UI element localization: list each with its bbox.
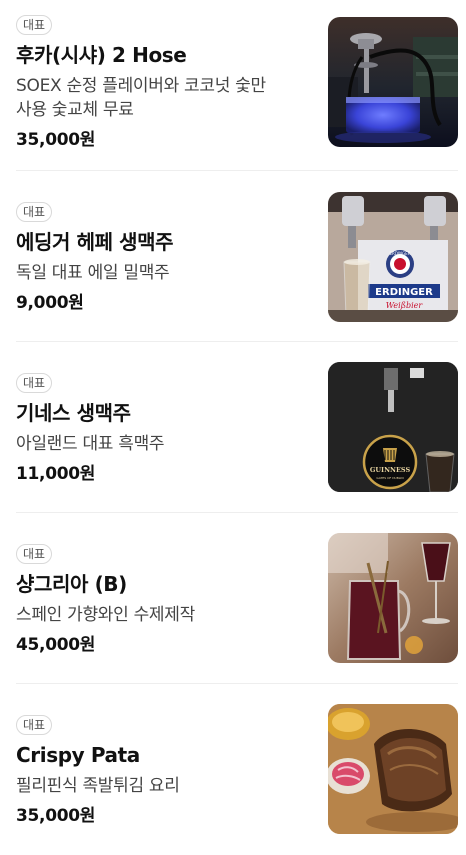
description-line-1: 아일랜드 대표 흑맥주 (16, 434, 165, 454)
menu-item-name: 기네스 생맥주 (16, 401, 131, 425)
erdinger-round-logo-text: ERDINGER (390, 251, 411, 256)
guinness-tap-photo: GUINNESS GATES OF DUBLIN (328, 362, 458, 492)
menu-item-name: 후카(시샤) 2 Hose (16, 43, 187, 67)
guinness-sub-text: GATES OF DUBLIN (376, 476, 403, 480)
guinness-brand-text: GUINNESS (370, 466, 411, 474)
signature-badge: 대표 (16, 715, 53, 735)
menu-item-description: 스페인 가향와인 수제제작 (16, 603, 306, 627)
menu-list: 대표 후카(시샤) 2 Hose SOEX 순정 플레이버와 코코넛 숯만 사용… (0, 0, 466, 855)
menu-item-photo-guinness[interactable]: GUINNESS GATES OF DUBLIN (328, 362, 458, 492)
menu-item-erdinger[interactable]: 대표 에딩거 헤페 생맥주 독일 대표 에일 밀맥주 9,000원 ERDING… (16, 171, 458, 342)
menu-item-info: 대표 샹그리아 (B) 스페인 가향와인 수제제작 45,000원 (16, 543, 306, 657)
menu-item-price: 11,000원 (16, 464, 96, 484)
menu-item-photo-erdinger[interactable]: ERDINGER ERDINGER Weißbier (328, 192, 458, 322)
menu-item-photo-crispy-pata[interactable] (328, 704, 458, 834)
menu-item-name: 샹그리아 (B) (16, 572, 127, 596)
menu-item-description: 아일랜드 대표 흑맥주 (16, 432, 306, 456)
description-line-2: 사용 숯교체 무료 (16, 100, 134, 120)
erdinger-script-text: Weißbier (386, 301, 424, 310)
menu-item-crispy-pata[interactable]: 대표 Crispy Pata 필리핀식 족발튀김 요리 35,000원 (16, 684, 458, 855)
menu-item-price: 35,000원 (16, 130, 96, 150)
menu-item-info: 대표 에딩거 헤페 생맥주 독일 대표 에일 밀맥주 9,000원 (16, 201, 306, 315)
menu-item-photo-hookah[interactable] (328, 17, 458, 147)
hookah-photo (328, 17, 458, 147)
menu-item-info: 대표 Crispy Pata 필리핀식 족발튀김 요리 35,000원 (16, 714, 306, 828)
erdinger-tap-photo: ERDINGER ERDINGER Weißbier (328, 192, 458, 322)
menu-item-description: 필리핀식 족발튀김 요리 (16, 774, 306, 798)
menu-item-price: 45,000원 (16, 635, 96, 655)
description-line-1: 필리핀식 족발튀김 요리 (16, 776, 180, 796)
sangria-photo (328, 533, 458, 663)
signature-badge: 대표 (16, 544, 53, 564)
menu-item-description: 독일 대표 에일 밀맥주 (16, 261, 306, 285)
erdinger-brand-text: ERDINGER (375, 287, 433, 298)
crispy-pata-photo (328, 704, 458, 834)
menu-item-photo-sangria[interactable] (328, 533, 458, 663)
menu-item-name: Crispy Pata (16, 743, 140, 767)
description-line-1: SOEX 순정 플레이버와 코코넛 숯만 (16, 76, 266, 96)
menu-item-name: 에딩거 헤페 생맥주 (16, 230, 174, 254)
menu-item-price: 9,000원 (16, 293, 84, 313)
description-line-1: 스페인 가향와인 수제제작 (16, 605, 195, 625)
menu-item-guinness[interactable]: 대표 기네스 생맥주 아일랜드 대표 흑맥주 11,000원 GUINNESS (16, 342, 458, 513)
menu-item-description: SOEX 순정 플레이버와 코코넛 숯만 사용 숯교체 무료 (16, 74, 306, 122)
menu-item-info: 대표 후카(시샤) 2 Hose SOEX 순정 플레이버와 코코넛 숯만 사용… (16, 14, 306, 152)
menu-item-hookah[interactable]: 대표 후카(시샤) 2 Hose SOEX 순정 플레이버와 코코넛 숯만 사용… (16, 0, 458, 171)
description-line-1: 독일 대표 에일 밀맥주 (16, 263, 170, 283)
signature-badge: 대표 (16, 15, 53, 35)
signature-badge: 대표 (16, 373, 53, 393)
signature-badge: 대표 (16, 202, 53, 222)
menu-item-sangria[interactable]: 대표 샹그리아 (B) 스페인 가향와인 수제제작 45,000원 (16, 513, 458, 684)
menu-item-price: 35,000원 (16, 806, 96, 826)
menu-item-info: 대표 기네스 생맥주 아일랜드 대표 흑맥주 11,000원 (16, 372, 306, 486)
